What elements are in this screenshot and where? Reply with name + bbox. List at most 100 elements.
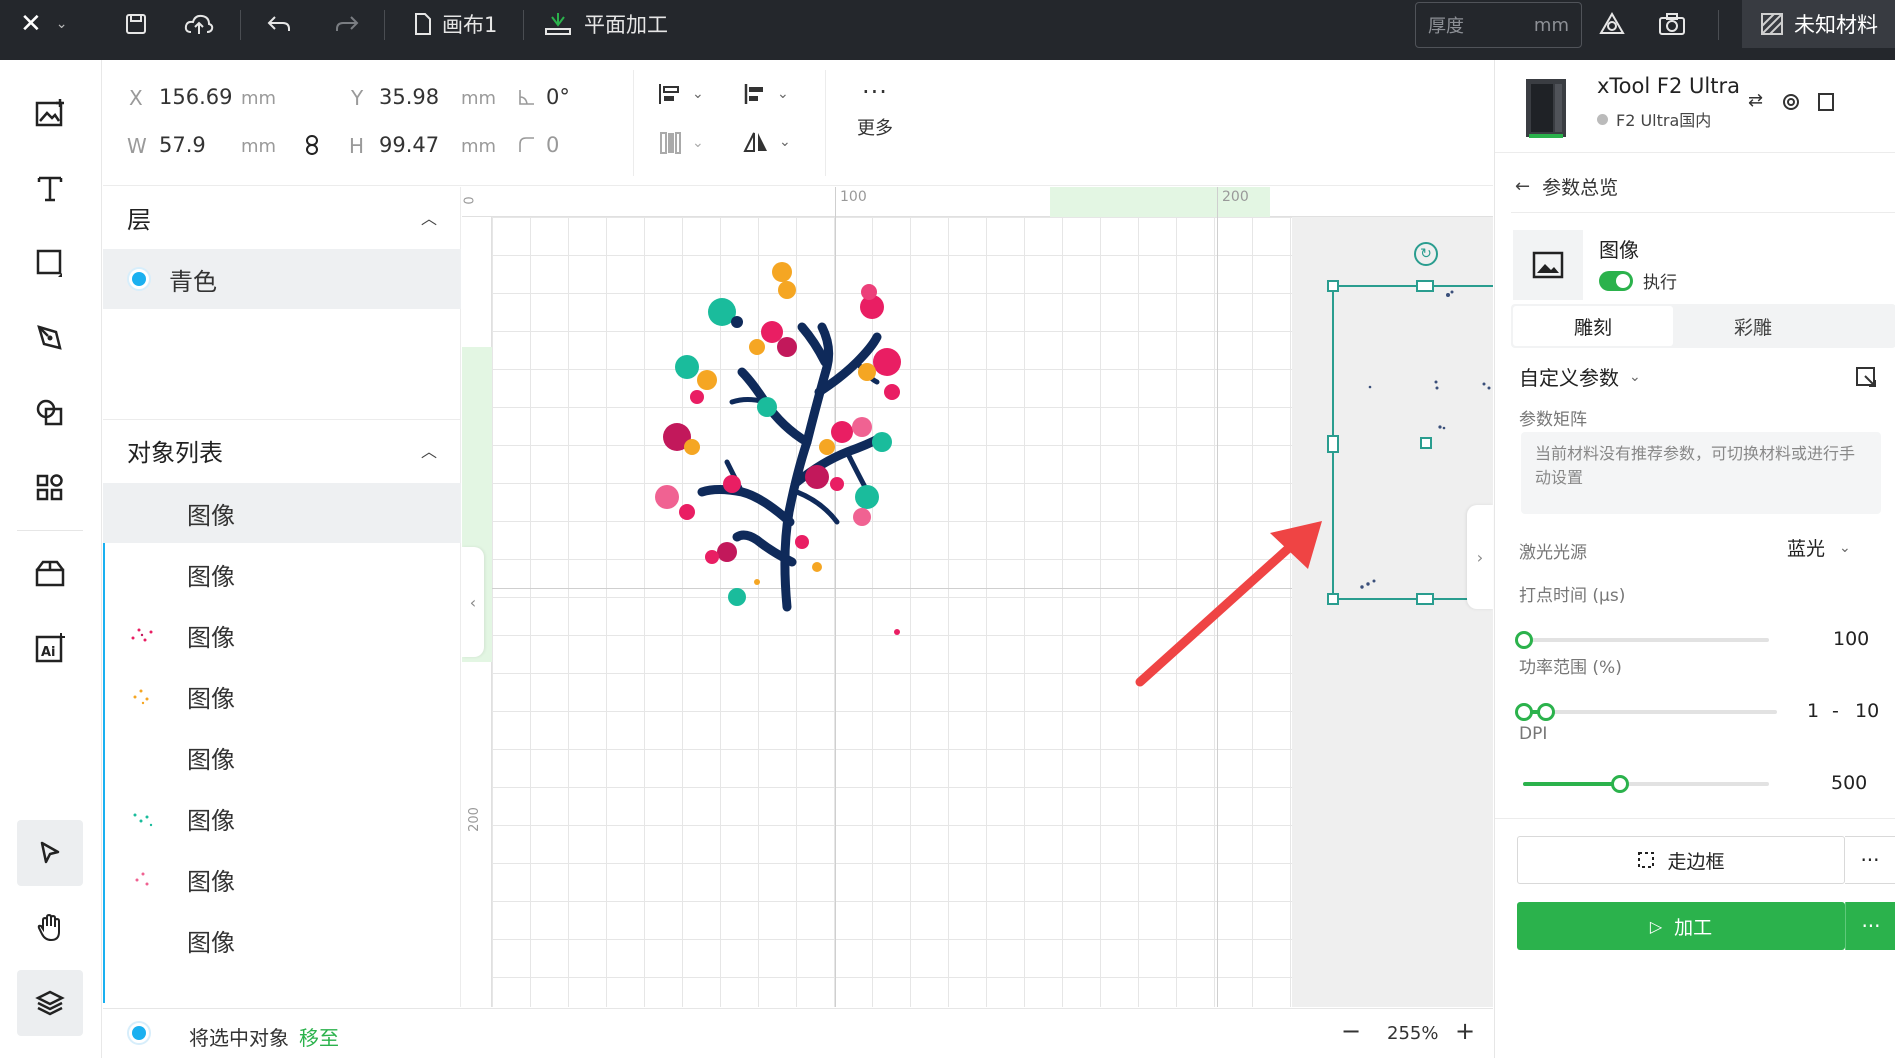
object-row[interactable]: 图像: [103, 605, 461, 665]
more-button[interactable]: ··· 更多: [845, 80, 905, 140]
process-button[interactable]: ▷ 加工: [1517, 902, 1845, 950]
flip-dropdown[interactable]: ⌄: [743, 130, 791, 154]
ai-tool-button[interactable]: Ai: [17, 615, 83, 681]
select-tool-button[interactable]: [17, 820, 83, 886]
y-input[interactable]: 35.98: [379, 85, 439, 109]
dpi-slider-knob[interactable]: [1611, 775, 1629, 793]
object-row[interactable]: 图像: [103, 849, 461, 909]
object-row[interactable]: 图像: [103, 483, 461, 543]
image-tool-button[interactable]: [17, 80, 83, 146]
power-min-value[interactable]: 1: [1807, 700, 1819, 722]
tab-color-engrave[interactable]: 彩雕: [1673, 306, 1833, 346]
layer-color-dot[interactable]: [127, 1021, 151, 1045]
collapse-right-panel-button[interactable]: ›: [1467, 505, 1493, 609]
zoom-value[interactable]: 255%: [1387, 1023, 1438, 1044]
material-selector[interactable]: 未知材料: [1742, 0, 1895, 48]
back-to-overview-button[interactable]: ← 参数总览: [1515, 173, 1618, 200]
power-max-value[interactable]: 10: [1855, 700, 1879, 722]
mode-label: 平面加工: [584, 13, 668, 37]
custom-params-dropdown[interactable]: 自定义参数 ⌄: [1519, 362, 1641, 391]
chevron-down-icon: ⌄: [1839, 539, 1851, 556]
save-params-icon[interactable]: [1855, 366, 1877, 388]
toggle-switch[interactable]: [1599, 270, 1633, 291]
align-left-dropdown[interactable]: ⌄: [743, 82, 789, 106]
ruler-label: 0: [462, 196, 478, 205]
measure-button[interactable]: [1598, 0, 1626, 48]
objects-header[interactable]: 对象列表 ︿: [103, 420, 461, 480]
combine-tool-button[interactable]: [17, 380, 83, 446]
object-label: 图像: [187, 501, 235, 530]
pen-tool-button[interactable]: [17, 305, 83, 371]
dot-time-value[interactable]: 100: [1833, 628, 1869, 650]
top-toolbar: ✕ ⌄ 画布1 平面加工 厚度 mm 未知材料: [0, 0, 1895, 60]
layers-tool-button[interactable]: [17, 970, 83, 1036]
move-to-link[interactable]: 移至: [299, 1022, 339, 1051]
collapse-left-panel-button[interactable]: ‹: [462, 547, 484, 657]
power-range-slider[interactable]: [1523, 710, 1777, 714]
object-label: 图像: [187, 928, 235, 957]
layers-icon: [35, 990, 65, 1016]
dot-time-slider-knob[interactable]: [1515, 631, 1533, 649]
zoom-in-button[interactable]: +: [1455, 1017, 1475, 1045]
object-row[interactable]: 图像: [103, 666, 461, 726]
object-thumbnail: [127, 925, 157, 955]
frame-button[interactable]: 走边框: [1517, 836, 1845, 884]
process-more-button[interactable]: ···: [1845, 902, 1895, 950]
object-label: 图像: [187, 806, 235, 835]
execute-label: 执行: [1643, 273, 1677, 293]
h-input[interactable]: 99.47: [379, 133, 439, 157]
object-row[interactable]: 图像: [103, 910, 461, 970]
hand-tool-button[interactable]: [17, 895, 83, 961]
layers-header[interactable]: 层 ︿: [103, 187, 461, 247]
undo-button[interactable]: [266, 0, 292, 48]
ruler-label: 100: [840, 189, 867, 205]
object-row[interactable]: 图像: [103, 544, 461, 604]
object-thumbnail: [127, 620, 157, 650]
execute-toggle[interactable]: 执行: [1599, 268, 1677, 293]
frame-more-button[interactable]: ···: [1845, 836, 1895, 884]
save-button[interactable]: [124, 0, 148, 48]
material-library-button[interactable]: [17, 540, 83, 606]
text-tool-button[interactable]: [17, 155, 83, 221]
file-tab[interactable]: 画布1: [414, 0, 497, 48]
thickness-input[interactable]: 厚度 mm: [1415, 2, 1582, 48]
layer-row[interactable]: 青色: [103, 249, 461, 309]
lock-ratio-icon[interactable]: [305, 134, 319, 160]
redo-button[interactable]: [334, 0, 360, 48]
chevron-down-icon: ⌄: [1629, 368, 1641, 385]
rotation-input[interactable]: 0°: [546, 85, 570, 109]
elements-tool-button[interactable]: [17, 455, 83, 521]
zoom-out-button[interactable]: −: [1341, 1017, 1361, 1045]
shape-tool-button[interactable]: [17, 230, 83, 296]
cloud-upload-button[interactable]: [184, 0, 214, 48]
rotate-icon[interactable]: ↻: [1414, 242, 1438, 266]
align-distribute-dropdown[interactable]: ⌄: [658, 82, 704, 106]
switch-device-icon[interactable]: ⇄: [1748, 90, 1763, 111]
tab-engrave[interactable]: 雕刻: [1513, 306, 1673, 346]
power-max-knob[interactable]: [1537, 703, 1555, 721]
settings-icon[interactable]: [1781, 92, 1801, 112]
mode-selector[interactable]: 平面加工: [544, 0, 668, 48]
object-row[interactable]: 图像: [103, 727, 461, 787]
laser-mode-icon: [545, 13, 571, 35]
tree-artwork-image[interactable]: [647, 252, 907, 642]
distribute-icon: [659, 84, 679, 104]
x-input[interactable]: 156.69: [159, 85, 232, 109]
dot-time-slider[interactable]: [1523, 638, 1769, 642]
object-row[interactable]: 图像: [103, 788, 461, 848]
objects-title: 对象列表: [127, 438, 223, 467]
document-icon[interactable]: [1817, 92, 1835, 112]
rectangle-icon: [36, 249, 62, 277]
app-menu-button[interactable]: ✕ ⌄: [20, 0, 68, 48]
camera-button[interactable]: [1658, 0, 1686, 48]
w-input[interactable]: 57.9: [159, 133, 206, 157]
size-match-dropdown[interactable]: ⌄: [658, 130, 704, 156]
ruler-label: 200: [1222, 189, 1249, 205]
corner-radius-input[interactable]: 0: [546, 133, 559, 157]
more-dots-icon: ···: [1860, 848, 1880, 872]
laser-source-dropdown[interactable]: 蓝光 ⌄: [1787, 534, 1851, 561]
power-min-knob[interactable]: [1515, 703, 1533, 721]
x-label: X: [129, 86, 143, 110]
design-canvas[interactable]: 100 200 0 200 ‹ ↻: [462, 187, 1493, 1007]
dpi-value[interactable]: 500: [1831, 772, 1867, 794]
